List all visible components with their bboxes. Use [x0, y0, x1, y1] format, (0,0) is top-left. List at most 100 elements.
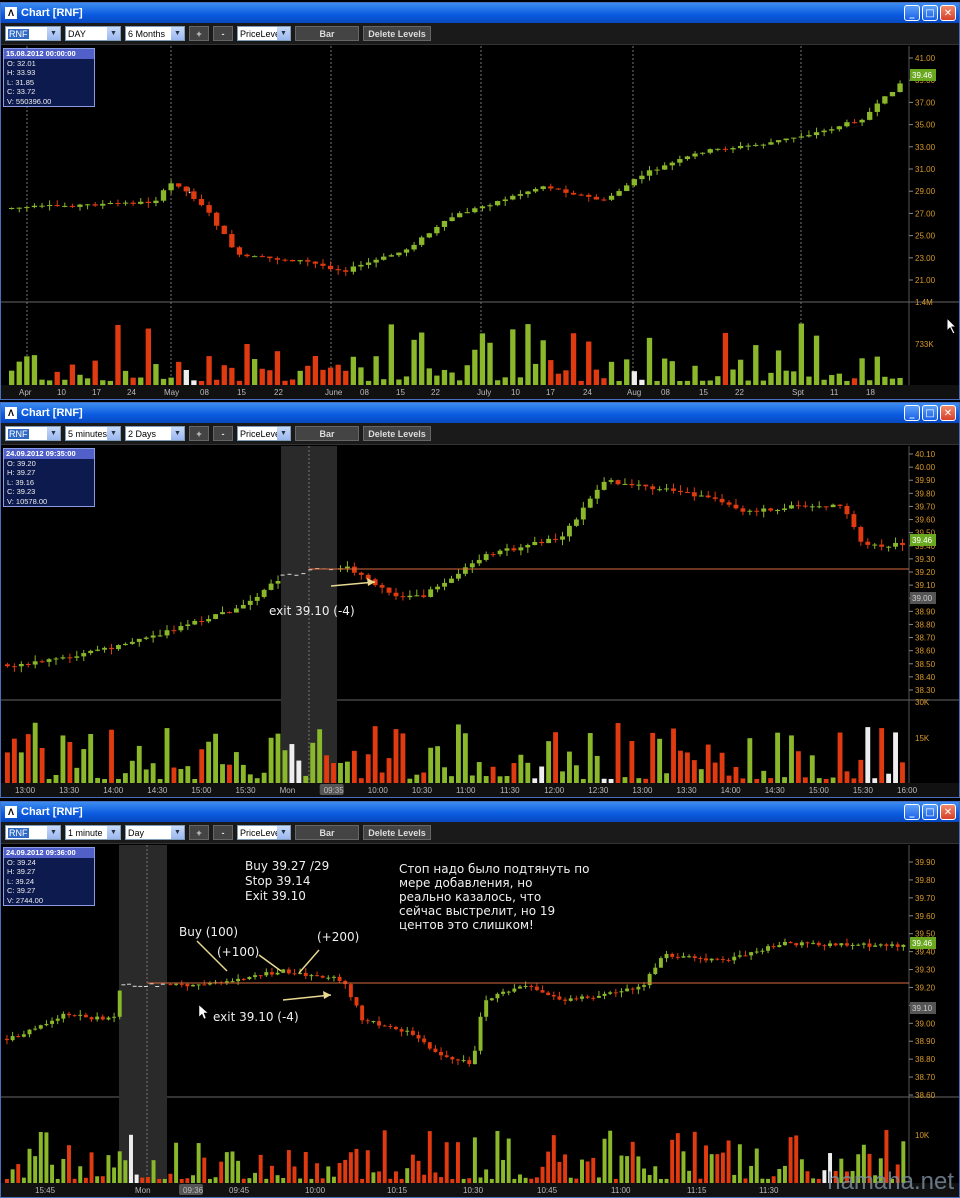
zoom-out-button[interactable]: -: [213, 26, 233, 41]
zoom-in-button[interactable]: +: [189, 26, 209, 41]
volume-bar: [296, 760, 302, 783]
maximize-icon[interactable]: □: [922, 5, 938, 21]
volume-bar: [416, 1160, 421, 1183]
minimize-icon[interactable]: _: [904, 405, 920, 421]
candle-body: [789, 505, 794, 509]
volume-bar: [511, 763, 517, 783]
range-select[interactable]: 2 Days ▼: [125, 426, 185, 441]
minimize-icon[interactable]: _: [904, 5, 920, 21]
volume-bar: [107, 380, 114, 385]
candle-body: [21, 1034, 26, 1037]
volume-bar: [143, 769, 149, 783]
volume-bar: [844, 771, 850, 783]
volume-bar: [351, 750, 357, 783]
candle-body: [740, 508, 746, 512]
volume-bar: [494, 380, 501, 385]
interval-select[interactable]: 5 minutes ▼: [65, 426, 121, 441]
volume-bar: [692, 365, 698, 385]
maximize-icon[interactable]: □: [922, 405, 938, 421]
delete-levels-button[interactable]: Delete Levels: [363, 825, 431, 840]
volume-bar: [775, 350, 782, 385]
study-select[interactable]: PriceLeve ▼: [237, 426, 291, 441]
window-titlebar[interactable]: Λ Chart [RNF] _ □ ✕: [1, 802, 959, 822]
maximize-icon[interactable]: □: [922, 804, 938, 820]
symbol-select[interactable]: RNF ▼: [5, 426, 61, 441]
zoom-out-button[interactable]: -: [213, 426, 233, 441]
volume-bar: [580, 778, 586, 783]
zoom-in-button[interactable]: +: [189, 426, 209, 441]
volume-bar: [726, 1140, 731, 1183]
symbol-select[interactable]: RNF ▼: [5, 825, 61, 840]
time-axis-label: Spt: [792, 388, 805, 397]
chart-toolbar: RNF ▼ 5 minutes ▼ 2 Days ▼ + - PriceLeve ▼ B…: [1, 423, 959, 445]
volume-bar: [867, 380, 873, 385]
volume-bar: [199, 749, 205, 783]
interval-select[interactable]: DAY ▼: [65, 26, 121, 41]
close-icon[interactable]: ✕: [940, 804, 956, 820]
candle-body: [388, 1026, 393, 1028]
candle-body: [771, 946, 776, 948]
bar-type-button[interactable]: Bar: [295, 426, 359, 441]
volume-bar: [123, 1160, 128, 1183]
volume-bar: [472, 1137, 477, 1183]
candle-body: [654, 169, 660, 171]
candle-body: [428, 589, 434, 597]
volume-bar: [551, 1135, 556, 1183]
volume-bar: [865, 727, 871, 783]
bar-type-button[interactable]: Bar: [295, 26, 359, 41]
candle-body: [259, 256, 265, 258]
candle-body: [185, 983, 190, 987]
delete-levels-button[interactable]: Delete Levels: [363, 26, 431, 41]
candle-body: [327, 265, 334, 270]
price-tick-label: 40.00: [915, 463, 936, 472]
candle-body: [798, 136, 805, 138]
volume-bar: [268, 737, 274, 783]
session-shade: [119, 845, 167, 1183]
candle-body: [489, 998, 494, 1001]
zoom-in-button[interactable]: +: [189, 825, 209, 840]
study-select[interactable]: PriceLeve ▼: [237, 26, 291, 41]
volume-bar: [585, 1161, 590, 1183]
candle-body: [754, 510, 760, 512]
symbol-select[interactable]: RNF ▼: [5, 26, 61, 41]
volume-bar: [168, 377, 174, 385]
volume-bar: [102, 779, 107, 783]
candle-body: [650, 486, 656, 490]
volume-bar: [372, 726, 378, 783]
volume-bar: [309, 1178, 314, 1183]
interval-select[interactable]: 1 minute ▼: [65, 825, 121, 840]
delete-levels-button[interactable]: Delete Levels: [363, 426, 431, 441]
volume-bar: [410, 1154, 415, 1183]
candle-body: [449, 217, 455, 222]
close-icon[interactable]: ✕: [940, 405, 956, 421]
volume-bar: [532, 363, 539, 385]
volume-bar: [671, 728, 676, 783]
price-chart-daily[interactable]: 41.0039.0037.0035.0033.0031.0029.0027.00…: [1, 46, 959, 399]
zoom-out-button[interactable]: -: [213, 825, 233, 840]
time-axis-label: 09:45: [229, 1186, 250, 1195]
candle-body: [613, 992, 618, 994]
range-select[interactable]: 6 Months ▼: [125, 26, 185, 41]
study-select[interactable]: PriceLeve ▼: [237, 825, 291, 840]
window-titlebar[interactable]: Λ Chart [RNF] _ □ ✕: [1, 403, 959, 423]
volume-bar: [794, 1135, 799, 1183]
candle-body: [414, 595, 420, 597]
window-title: Chart [RNF]: [21, 407, 83, 419]
bar-type-button[interactable]: Bar: [295, 825, 359, 840]
range-select[interactable]: Day ▼: [125, 825, 185, 840]
volume-bar: [879, 728, 885, 783]
candle-body: [388, 255, 394, 257]
candle-body: [365, 1020, 370, 1022]
time-axis-label: 10:30: [412, 786, 433, 795]
candle-body: [705, 495, 711, 498]
minimize-icon[interactable]: _: [904, 804, 920, 820]
candle-body: [196, 984, 201, 986]
candle-body: [281, 969, 286, 973]
candle-body: [344, 566, 350, 569]
candle-body: [622, 483, 628, 485]
time-axis-label: July: [477, 388, 491, 397]
window-titlebar[interactable]: Λ Chart [RNF] _ □ ✕: [1, 3, 959, 23]
candle-body: [805, 942, 810, 944]
close-icon[interactable]: ✕: [940, 5, 956, 21]
price-chart-5min[interactable]: 40.1040.0039.9039.8039.7039.6039.5039.40…: [1, 446, 959, 797]
